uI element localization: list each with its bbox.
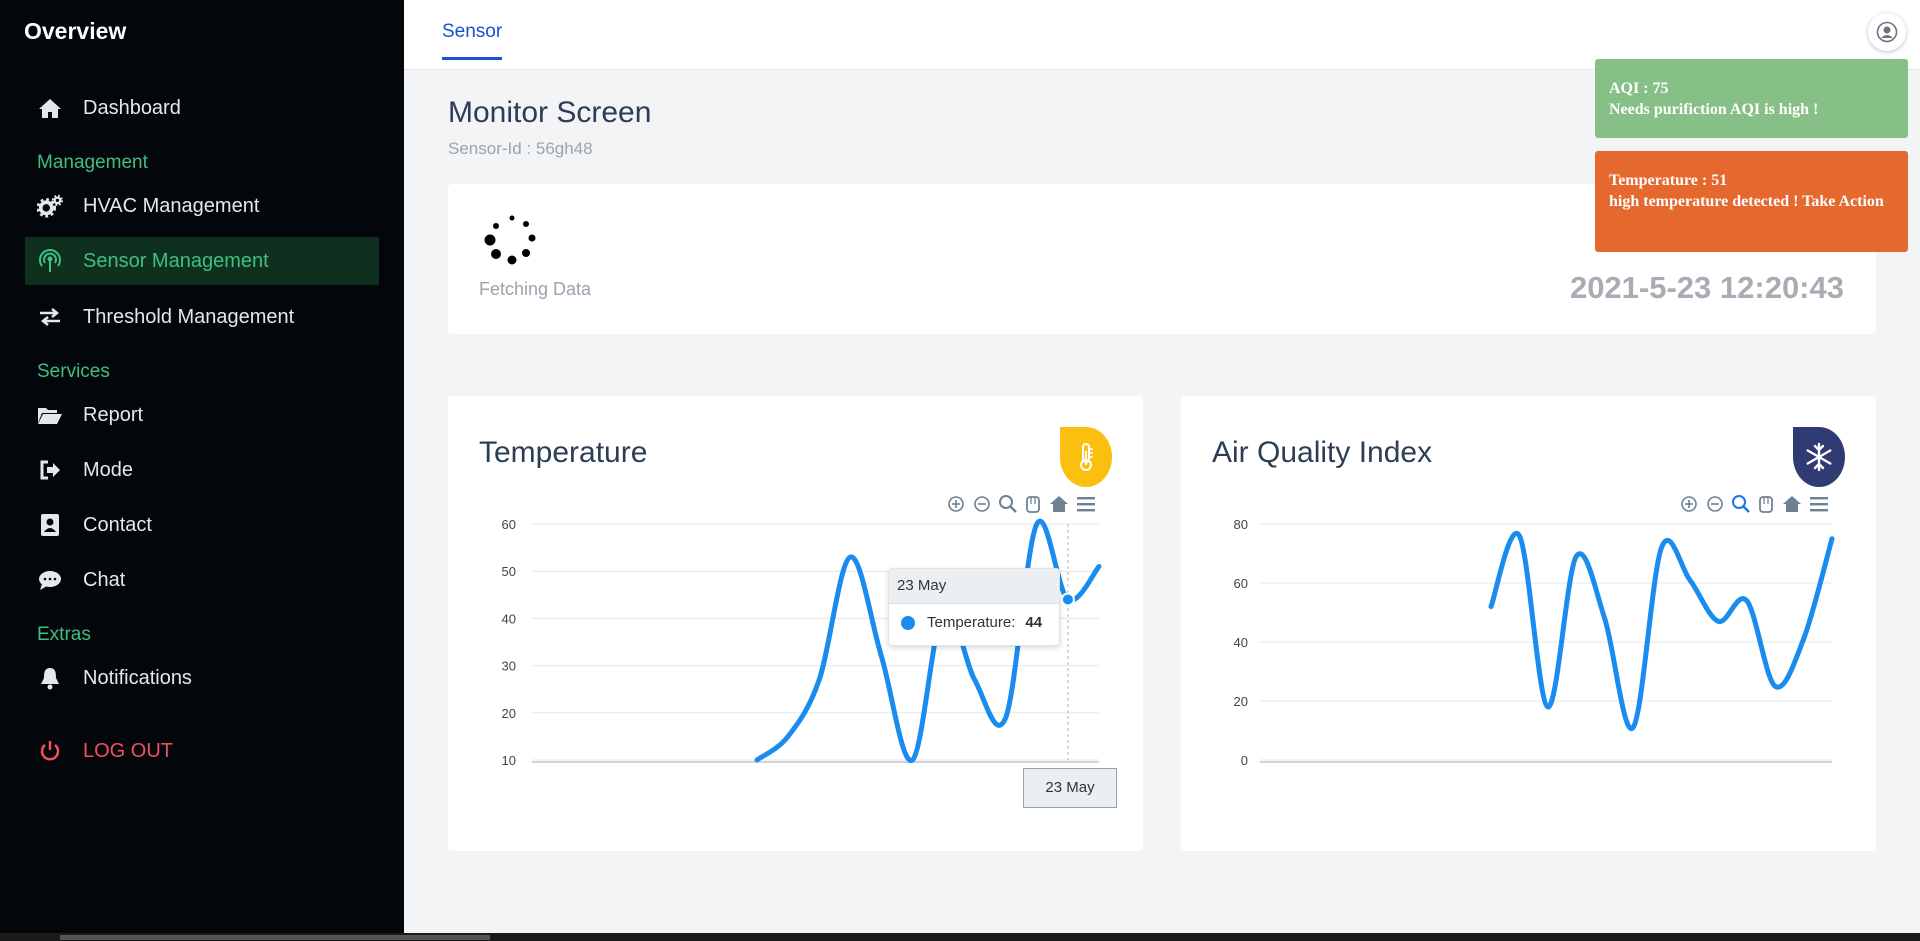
pan-icon[interactable] — [1759, 496, 1773, 513]
y-tick-label: 40 — [502, 611, 516, 626]
reset-zoom-icon[interactable] — [1050, 496, 1068, 512]
reset-zoom-icon[interactable] — [1783, 496, 1801, 512]
y-tick-label: 60 — [1234, 576, 1248, 591]
zoom-out-icon[interactable] — [974, 496, 990, 512]
tooltip-date: 23 May — [889, 569, 1059, 604]
tooltip-series: Temperature: — [927, 614, 1016, 631]
zoom-in-icon[interactable] — [1681, 496, 1697, 512]
zoom-out-icon[interactable] — [1707, 496, 1723, 512]
y-tick-label: 10 — [502, 753, 516, 768]
y-tick-label: 30 — [502, 659, 516, 674]
chart-menu-icon[interactable] — [1810, 497, 1828, 512]
tooltip-value: 44 — [1025, 614, 1043, 631]
series-line — [1488, 530, 1835, 731]
y-tick-label: 50 — [502, 564, 516, 579]
y-tick-label: 80 — [1234, 517, 1248, 532]
zoom-selection-icon[interactable] — [999, 495, 1017, 513]
y-tick-label: 20 — [502, 706, 516, 721]
series-dot — [901, 615, 915, 630]
x-axis-tooltip: 23 May — [1023, 768, 1117, 808]
y-tick-label: 60 — [502, 517, 516, 532]
hover-marker — [1060, 592, 1075, 607]
y-tick-label: 0 — [1241, 753, 1248, 768]
y-tick-label: 20 — [1234, 694, 1248, 709]
charts-layer: 60 50 40 30 20 10 80 60 40 20 0 — [502, 495, 1835, 768]
zoom-selection-icon[interactable] — [1732, 495, 1750, 513]
chart-tooltip: 23 May Temperature: 44 — [888, 568, 1060, 646]
pan-icon[interactable] — [1026, 496, 1040, 513]
y-tick-label: 40 — [1234, 635, 1248, 650]
scrollbar-thumb[interactable] — [60, 935, 490, 940]
zoom-in-icon[interactable] — [948, 496, 964, 512]
chart-menu-icon[interactable] — [1077, 497, 1095, 512]
horizontal-scrollbar[interactable] — [0, 933, 1920, 941]
